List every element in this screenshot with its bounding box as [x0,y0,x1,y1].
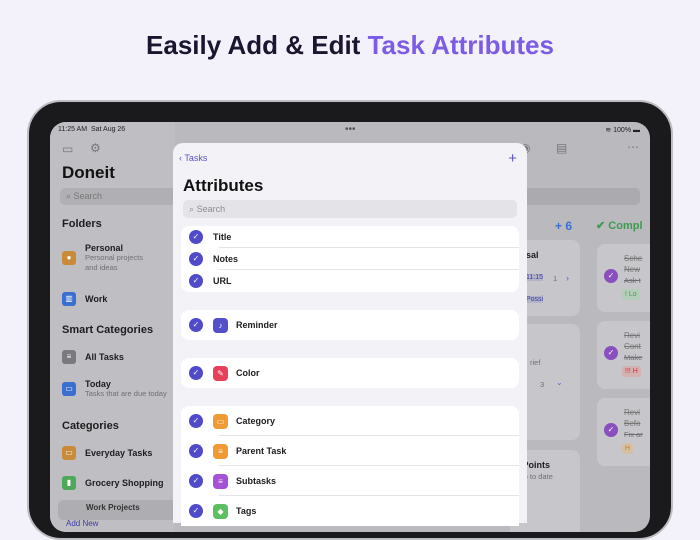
list-icon: ≡ [213,443,228,459]
folders-heading: Folders [62,218,102,230]
bell-icon: ♪ [213,317,228,333]
attribute-row-reminder[interactable]: ✓ ♪ Reminder [181,310,519,340]
task-notes: Make [624,353,643,362]
gear-icon[interactable]: ⚙ [90,141,101,155]
attribute-row-url[interactable]: ✓ URL [181,270,519,292]
attribute-row-color[interactable]: ✓ ✎ Color [181,358,519,388]
attribute-group-reminder: ✓ ♪ Reminder [181,310,519,340]
attribute-row-parent-task[interactable]: ✓ ≡ Parent Task [181,436,519,466]
tray-icon: ▭ [213,413,228,429]
tag-icon: ◆ [213,503,228,519]
priority-badge: H [622,443,634,454]
headline: Easily Add & Edit Task Attributes [0,30,700,61]
add-task-count[interactable]: + 6 [555,219,572,233]
checkmark-icon[interactable]: ✓ [604,269,618,283]
task-title: Revi Cont [624,331,641,351]
completed-task-card[interactable]: ✓ Revi Befo Fix ar H [597,398,650,466]
checkmark-icon[interactable]: ✓ [604,346,618,360]
headline-accent: Task Attributes [367,30,554,60]
attribute-group-basic: ✓ Title ✓ Notes ✓ URL [181,226,519,292]
checkmark-icon: ✓ [189,274,203,288]
attribute-row-category[interactable]: ✓ ▭ Category [181,406,519,436]
sidebar-item-personal[interactable]: ● Personal Personal projects and ideas [62,243,143,273]
board-search[interactable] [520,188,640,205]
more-icon[interactable]: ⋯ [627,140,639,154]
attribute-group-color: ✓ ✎ Color [181,358,519,388]
status-time: 11:25 AM [58,126,88,133]
sidebar-item-everyday-tasks[interactable]: ▭ Everyday Tasks [62,446,152,460]
attributes-sheet: ‹ Tasks + Attributes ⌕ Search ✓ Title ✓ No… [173,143,527,526]
add-new-button[interactable]: Add New [66,519,98,528]
bag-icon: ▮ [62,476,76,490]
priority-badge: !!! H [622,366,641,377]
checkmark-icon: ✓ [189,414,203,428]
search-icon: ⌕ [189,204,195,214]
task-title: Revi Befo [624,408,641,428]
calendar-icon: ▭ [62,382,76,396]
back-button[interactable]: ‹ Tasks [179,153,207,163]
checkmark-icon: ✓ [189,230,203,244]
sidebar-item-today[interactable]: ▭ Today Tasks that are due today [62,379,167,399]
sidebar-item-grocery-shopping[interactable]: ▮ Grocery Shopping [62,476,164,490]
person-icon: ● [62,251,76,265]
task-notes: Ask t [624,276,641,285]
wifi-icon: ≋ [605,127,612,134]
attribute-row-subtasks[interactable]: ✓ ≡ Subtasks [181,466,519,496]
attribute-row-title[interactable]: ✓ Title [181,226,519,248]
chevron-left-icon: ‹ [179,153,182,163]
smart-categories-heading: Smart Categories [62,324,154,336]
checkmark-icon: ✓ [189,318,203,332]
priority-badge: ! Lo [622,289,640,300]
building-icon: ▥ [62,292,76,306]
sheet-title: Attributes [183,176,264,195]
archive-icon[interactable]: ▤ [556,141,567,155]
categories-heading: Categories [62,420,119,432]
task-notes: Fix ar [624,430,643,439]
attributes-search-input[interactable]: ⌕ Search [183,200,517,218]
task-title: Sche New [624,254,643,274]
paint-icon: ✎ [213,365,228,381]
chevron-down-icon: ⌄ [556,378,563,387]
sidebar-item-work-projects[interactable]: Work Projects [58,500,188,520]
add-attribute-button[interactable]: + [508,150,517,167]
attribute-row-notes[interactable]: ✓ Notes [181,248,519,270]
attribute-row-tags[interactable]: ✓ ◆ Tags [181,496,519,526]
completed-column-header: ✔ Compl [596,220,643,232]
completed-task-card[interactable]: ✓ Revi Cont Make !!! H [597,321,650,389]
tray-icon: ▭ [62,446,76,460]
sidebar: ▭ ⚙ Doneit ⌕ Search Folders ● Personal Per… [50,122,190,532]
status-date: Sat Aug 26 [90,126,126,133]
checkmark-icon: ✓ [189,366,203,380]
multitask-dots-icon[interactable]: ••• [345,124,356,135]
checkmark-icon: ✓ [189,444,203,458]
completed-task-card[interactable]: ✓ Sche New Ask t ! Lo [597,244,650,312]
chevron-right-icon: › [566,273,569,283]
checkmark-icon: ✓ [189,504,203,518]
checkmark-icon: ✓ [189,252,203,266]
sidebar-item-all-tasks[interactable]: ≡ All Tasks [62,350,124,364]
headline-text: Easily Add & Edit [146,30,368,60]
sidebar-toggle-icon[interactable]: ▭ [62,142,73,156]
list-icon: ≡ [62,350,76,364]
sidebar-search[interactable]: ⌕ Search [60,188,190,205]
status-time-date: 11:25 AM Sat Aug 26 [58,126,125,133]
sidebar-item-work[interactable]: ▥ Work [62,292,107,306]
app-title: Doneit [62,163,115,182]
subtasks-icon: ≡ [213,473,228,489]
attribute-group-organization: ✓ ▭ Category ✓ ≡ Parent Task ✓ ≡ Subtasks ✓ ◆ Ta… [181,406,519,526]
checkmark-icon: ✓ [189,474,203,488]
status-battery: ≋ 100% ▬ [605,127,640,134]
checkmark-icon[interactable]: ✓ [604,423,618,437]
